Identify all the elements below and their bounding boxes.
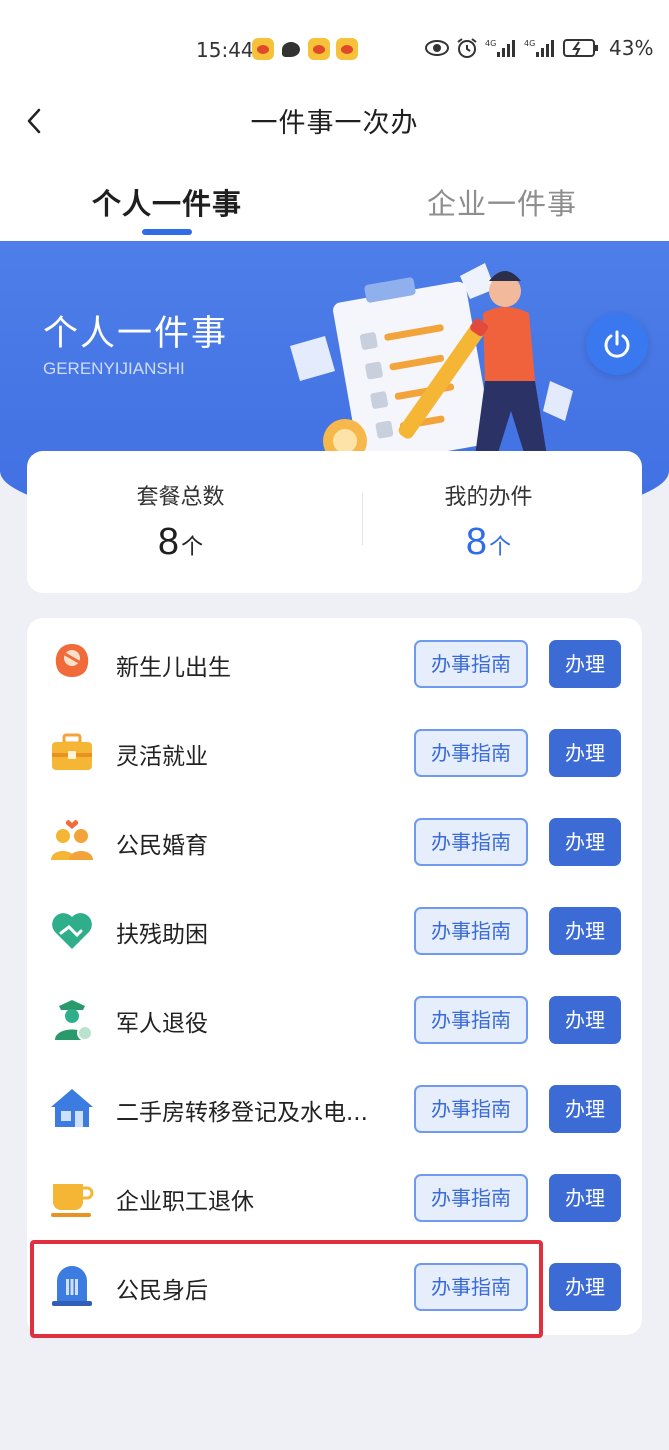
handle-button[interactable]: 办理 [549,640,621,688]
handle-button[interactable]: 办理 [549,1263,621,1311]
total-packages-stat[interactable]: 套餐总数 8个 [27,479,334,564]
item-label: 二手房转移登记及水电... [116,1100,368,1126]
banner-subtitle: GERENYIJIANSHI [43,359,185,378]
item-label: 灵活就业 [116,744,208,770]
list-item[interactable]: 新生儿出生 办事指南 办理 [27,618,642,707]
handshake-heart-icon [52,913,92,949]
tab-enterprise[interactable]: 企业一件事 [427,181,577,223]
status-time: 15:44 [196,38,254,62]
handle-button[interactable]: 办理 [549,818,621,866]
system-icons: 4G 4G 43% [425,36,653,60]
handle-button[interactable]: 办理 [549,996,621,1044]
service-list: 新生儿出生 办事指南 办理 灵活就业 办事指南 办理 公民婚育 办事指南 办理 … [27,618,642,1335]
memorial-icon [52,1266,92,1306]
alarm-icon [456,37,478,59]
page-title: 一件事一次办 [250,108,419,139]
tab-personal[interactable]: 个人一件事 [92,181,242,223]
item-label: 扶残助困 [116,922,208,948]
guide-button[interactable]: 办事指南 [414,907,528,955]
signal-4g-icon: 4G [524,38,556,58]
banner-title: 个人一件事 [43,314,229,354]
guide-button[interactable]: 办事指南 [414,1085,528,1133]
active-tab-indicator [142,229,192,235]
item-label: 公民婚育 [116,833,208,859]
power-button[interactable] [586,313,648,375]
power-icon [604,330,630,358]
list-item[interactable]: 公民身后 办事指南 办理 [27,1241,642,1330]
stat-label: 我的办件 [444,485,533,510]
handle-button[interactable]: 办理 [549,907,621,955]
soldier-icon [55,1000,93,1041]
guide-button[interactable]: 办事指南 [414,818,528,866]
item-label: 公民身后 [116,1278,208,1304]
header: 一件事一次办 个人一件事 企业一件事 [0,95,669,241]
handle-button[interactable]: 办理 [549,1085,621,1133]
battery-icon [563,38,599,58]
teacup-icon [51,1184,94,1217]
house-icon [51,1089,93,1127]
item-label: 企业职工退休 [116,1189,254,1215]
stat-label: 套餐总数 [136,485,225,510]
list-item[interactable]: 二手房转移登记及水电... 办事指南 办理 [27,1063,642,1152]
guide-button[interactable]: 办事指南 [414,729,528,777]
list-item[interactable]: 企业职工退休 办事指南 办理 [27,1152,642,1241]
guide-button[interactable]: 办事指南 [414,996,528,1044]
list-item[interactable]: 公民婚育 办事指南 办理 [27,796,642,885]
newborn-icon [55,644,89,677]
list-item[interactable]: 扶残助困 办事指南 办理 [27,885,642,974]
eye-icon [425,39,449,57]
my-cases-stat[interactable]: 我的办件 8个 [335,479,642,564]
weibo-icon [336,38,358,60]
couple-icon [51,819,93,860]
notification-icons [252,38,358,60]
list-item[interactable]: 灵活就业 办事指南 办理 [27,707,642,796]
guide-button[interactable]: 办事指南 [414,640,528,688]
svg-text:4G: 4G [485,39,496,48]
item-label: 军人退役 [116,1011,208,1037]
battery-percent: 43% [609,36,654,60]
stat-unit: 个 [489,535,512,560]
weibo-icon [308,38,330,60]
item-label: 新生儿出生 [116,655,231,681]
list-item[interactable]: 军人退役 办事指南 办理 [27,974,642,1063]
handle-button[interactable]: 办理 [549,729,621,777]
chat-icon [280,38,302,60]
checklist-illustration [290,263,573,466]
stat-unit: 个 [181,535,204,560]
stats-card: 套餐总数 8个 我的办件 8个 [27,451,642,593]
briefcase-icon [52,733,92,770]
guide-button[interactable]: 办事指南 [414,1263,528,1311]
stat-value: 8 [465,521,488,563]
signal-4g-icon: 4G [485,38,517,58]
guide-button[interactable]: 办事指南 [414,1174,528,1222]
status-bar: 15:44 4G 4G 43% [0,0,669,95]
handle-button[interactable]: 办理 [549,1174,621,1222]
weibo-icon [252,38,274,60]
stat-value: 8 [157,521,180,563]
svg-text:4G: 4G [524,39,535,48]
